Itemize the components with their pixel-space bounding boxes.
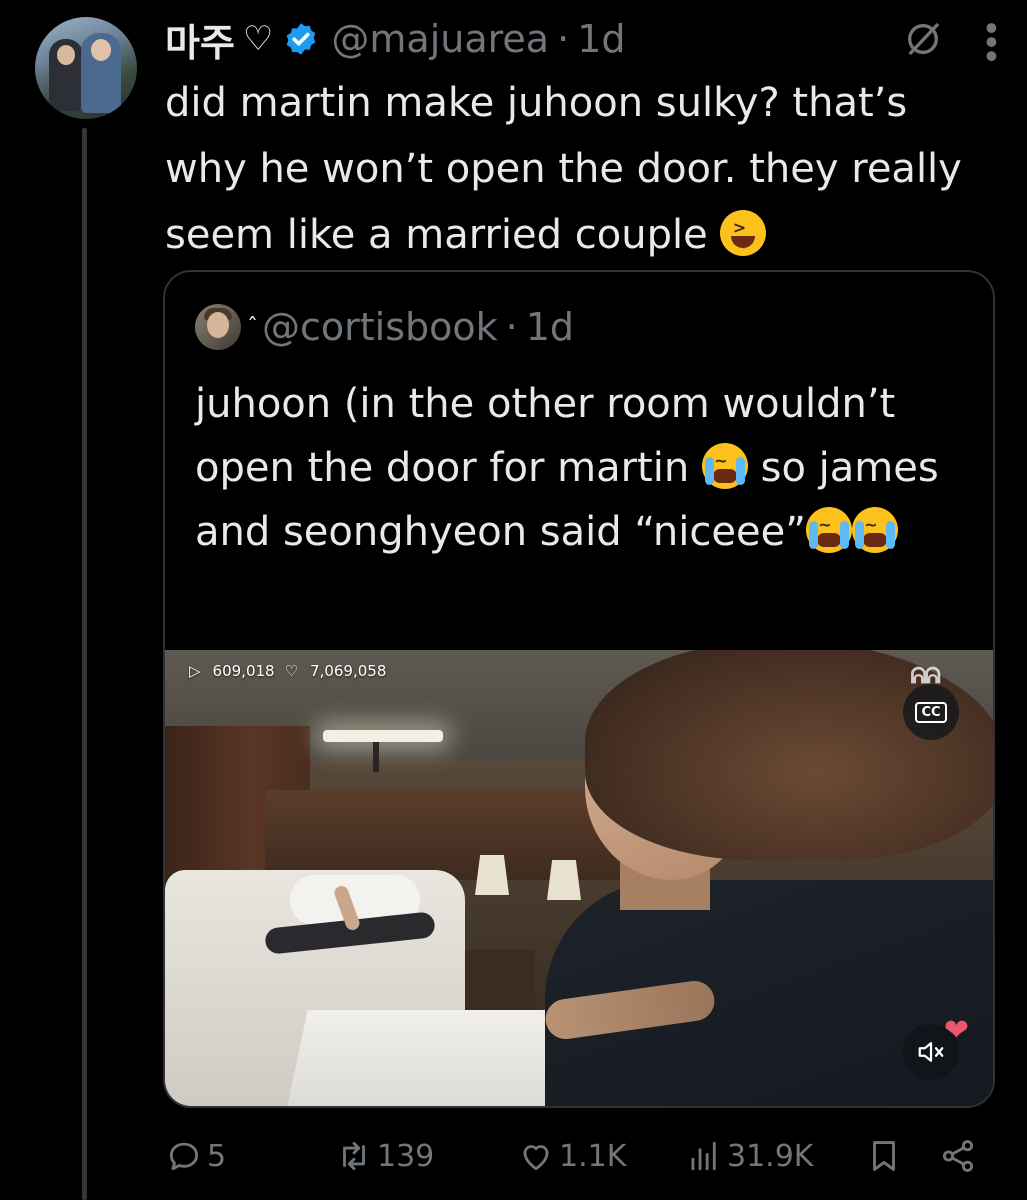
loudly-crying-face-emoji: ~ ~ — [851, 507, 898, 553]
quote-text: juhoon (in the other room wouldn’t open … — [195, 372, 975, 564]
captions-icon: CC — [915, 701, 947, 723]
like-button[interactable]: 1.1K — [517, 1137, 626, 1175]
video-view-count: 609,018 — [212, 662, 275, 680]
video-player[interactable]: ▷ 609,018 ♡ 7,069,058 ᕱᕱ CC ❤ — [165, 650, 993, 1106]
avatar-face-left — [57, 45, 75, 65]
view-count: 31.9K — [727, 1138, 814, 1174]
bookmark-button[interactable] — [865, 1137, 903, 1175]
thread-line — [82, 128, 87, 1200]
tweet-text: did martin make juhoon sulky? that’s why… — [165, 70, 995, 268]
video-scene-lampshade — [547, 860, 581, 900]
quote-avatar — [195, 304, 241, 350]
more-options-icon[interactable]: ••• — [970, 18, 1010, 60]
like-count: 1.1K — [559, 1138, 627, 1174]
repost-icon — [343, 1141, 365, 1171]
laughing-squinting-face-emoji: >< — [720, 210, 767, 256]
video-scene-lampshade — [475, 855, 509, 895]
reply-icon — [169, 1142, 199, 1171]
mute-button[interactable] — [903, 1024, 959, 1080]
video-stats-overlay: ▷ 609,018 ♡ 7,069,058 — [189, 662, 386, 680]
views-icon — [691, 1141, 716, 1171]
video-scene-lamp — [323, 730, 443, 742]
quote-timestamp: 1d — [525, 305, 575, 349]
heart-icon: ♡ — [284, 662, 299, 680]
tweet-body: did martin make juhoon sulky? that’s why… — [165, 80, 962, 258]
quote-name-mark: ˆ — [247, 314, 258, 340]
grok-icon[interactable] — [903, 19, 943, 59]
repost-count: 139 — [377, 1138, 435, 1174]
tweet-action-bar: 5 139 1.1K 31.9K — [165, 1128, 995, 1184]
share-icon — [942, 1140, 974, 1172]
video-scene-lamp-arm — [373, 742, 379, 772]
quoted-tweet[interactable]: ˆ @cortisbook · 1d juhoon (in the other … — [163, 270, 995, 1108]
reply-button[interactable]: 5 — [165, 1137, 226, 1175]
views-button[interactable]: 31.9K — [685, 1137, 813, 1175]
loudly-crying-face-emoji: ~ ~ — [805, 507, 852, 553]
header-separator: · — [557, 17, 570, 61]
like-icon — [523, 1145, 549, 1171]
header-icons: ••• — [903, 18, 1010, 60]
name-heart: ♡ — [242, 19, 274, 59]
muted-speaker-icon — [918, 1042, 944, 1062]
author-avatar[interactable] — [35, 17, 137, 119]
quote-separator: · — [505, 305, 518, 349]
reply-count: 5 — [207, 1138, 227, 1174]
play-icon: ▷ — [189, 662, 201, 680]
captions-button[interactable]: CC — [903, 684, 959, 740]
quote-header: ˆ @cortisbook · 1d — [195, 302, 574, 352]
author-handle[interactable]: @majuarea — [331, 17, 549, 61]
tweet-header: 마주 ♡ @majuarea · 1d ••• — [165, 6, 1010, 72]
display-name[interactable]: 마주 — [165, 12, 235, 67]
share-button[interactable] — [939, 1137, 977, 1175]
loudly-crying-face-emoji: ~ ~ — [701, 443, 748, 489]
quote-handle: @cortisbook — [262, 305, 498, 349]
avatar-face-right — [91, 39, 111, 61]
video-like-count: 7,069,058 — [310, 662, 387, 680]
tweet-timestamp[interactable]: 1d — [577, 17, 625, 61]
bookmark-icon — [873, 1141, 895, 1171]
repost-button[interactable]: 139 — [335, 1137, 434, 1175]
verified-badge-icon[interactable] — [283, 21, 319, 57]
